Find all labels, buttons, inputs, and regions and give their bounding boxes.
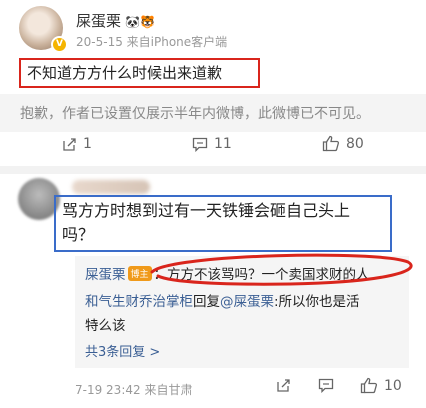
post-author-name-text[interactable]: 屎蛋栗 <box>76 12 121 30</box>
share-icon <box>277 379 290 392</box>
reply-verb: 回复 <box>193 294 220 310</box>
thumb-up-icon <box>360 377 378 394</box>
reply-author[interactable]: 和气生财乔治掌柜 <box>85 294 193 310</box>
red-ellipse-annotation <box>150 253 413 286</box>
like-button[interactable]: 80 <box>322 135 364 152</box>
repost-button[interactable]: 1 <box>62 136 92 152</box>
comment-text-line2: 吗？ <box>62 225 95 244</box>
post-meta: 20-5-15 来自iPhone客户端 <box>76 35 228 49</box>
commenter-name-blurred <box>72 180 150 194</box>
comment-share-button[interactable] <box>276 378 297 393</box>
repost-count: 1 <box>83 136 92 152</box>
comment-count: 11 <box>214 136 232 152</box>
reply-text-continued: 特么该 <box>85 318 126 334</box>
hidden-notice-bar: 抱歉，作者已设置仅展示半年内微博，此微博已不可见。 <box>0 94 426 132</box>
comment-button[interactable]: 11 <box>192 136 232 152</box>
repost-icon <box>63 137 76 151</box>
comment-like-button[interactable]: 10 <box>360 377 402 394</box>
username-emoji: 🐼🐯 <box>125 15 155 29</box>
more-replies-link[interactable]: 共3条回复 > <box>85 341 160 360</box>
comment-meta: 7-19 23:42 来自甘肃 <box>75 383 193 397</box>
comment-icon <box>318 378 334 393</box>
reply-text: :所以你也是活 <box>274 294 360 310</box>
like-count: 80 <box>346 135 364 152</box>
section-divider <box>0 166 426 174</box>
verified-icon: V <box>51 36 68 53</box>
thumb-up-icon <box>322 135 340 152</box>
hidden-notice-text: 抱歉，作者已设置仅展示半年内微博，此微博已不可见。 <box>20 106 370 122</box>
comment-like-count: 10 <box>384 377 402 394</box>
comment-reply-button[interactable] <box>318 378 340 393</box>
comment-text[interactable]: 骂方方时想到过有一天铁锤会砸自己头上 吗？ <box>54 195 392 252</box>
reply-mention[interactable]: @屎蛋栗 <box>220 294 274 310</box>
comment-icon <box>192 137 208 152</box>
post-text[interactable]: 不知道方方什么时候出来道歉 <box>19 58 260 88</box>
reply-author[interactable]: 屎蛋栗 <box>85 267 126 283</box>
post-author-name[interactable]: 屎蛋栗 🐼🐯 <box>76 10 155 31</box>
reply-item[interactable]: 和气生财乔治掌柜回复@屎蛋栗:所以你也是活 <box>85 290 360 310</box>
comment-text-line1: 骂方方时想到过有一天铁锤会砸自己头上 <box>62 201 351 220</box>
